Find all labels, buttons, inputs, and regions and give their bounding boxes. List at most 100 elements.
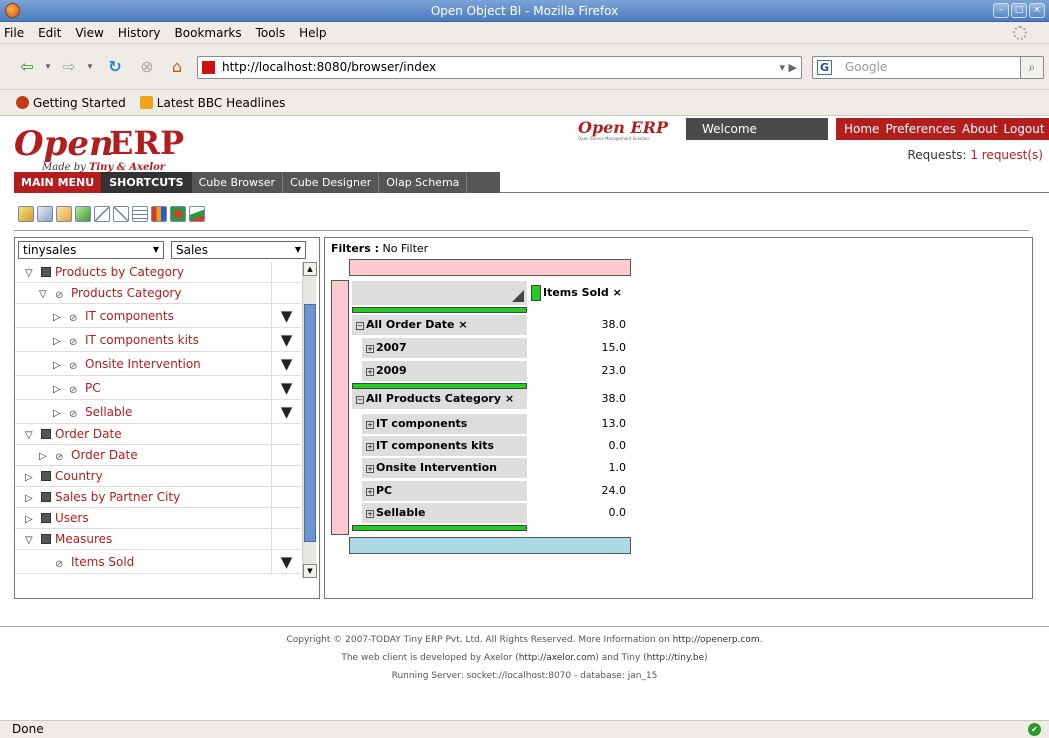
table-icon[interactable] [132, 206, 148, 222]
filter-funnel-icon[interactable]: ▼ [271, 304, 301, 327]
line-chart-icon[interactable] [94, 206, 110, 222]
menu-edit[interactable]: Edit [38, 26, 61, 40]
menu-tools[interactable]: Tools [256, 26, 286, 40]
menu-history[interactable]: History [118, 26, 161, 40]
pivot-row-header[interactable]: + Sellable [362, 503, 527, 523]
cube-select[interactable]: Sales ▼ [171, 241, 306, 259]
pivot-row-header[interactable]: +2009 [362, 361, 527, 381]
home-icon[interactable]: ⌂ [164, 54, 190, 80]
tree-scrollbar[interactable]: ▲ ▼ [302, 262, 317, 578]
pivot-row-header[interactable]: − All Order Date × [352, 315, 527, 335]
tab-cube-designer[interactable]: Cube Designer [283, 172, 380, 193]
search-icon[interactable]: ⌕ [1020, 56, 1044, 79]
expanded-triangle-icon[interactable]: ▽ [25, 530, 37, 551]
menu-help[interactable]: Help [299, 26, 326, 40]
bookmark-bbc-headlines[interactable]: Latest BBC Headlines [139, 96, 285, 110]
filter-funnel-icon[interactable]: ▼ [271, 352, 301, 375]
swap-icon[interactable] [75, 206, 91, 222]
expanded-triangle-icon[interactable]: ▽ [25, 425, 37, 446]
collapsed-triangle-icon[interactable]: ▷ [25, 509, 37, 530]
expand-icon[interactable]: + [366, 345, 374, 353]
tree-row[interactable]: ⊘ Items Sold ▼ [15, 550, 301, 574]
collapsed-triangle-icon[interactable]: ▷ [39, 446, 51, 467]
slope-chart-icon[interactable] [113, 206, 129, 222]
tiny-link[interactable]: http://tiny.be [647, 653, 704, 663]
shortcuts-button[interactable]: SHORTCUTS [101, 172, 192, 193]
tree-row[interactable]: ▷ ⊘ PC ▼ [15, 376, 301, 400]
search-input[interactable]: G Google [812, 56, 1038, 79]
tree-row[interactable]: ▽ Order Date [15, 424, 301, 445]
main-menu-button[interactable]: MAIN MENU [14, 172, 102, 193]
pivot-row-header[interactable]: − All Products Category × [352, 389, 527, 409]
google-icon[interactable]: G [817, 60, 832, 75]
pivot-row-header[interactable]: + Onsite Intervention [362, 458, 527, 478]
collapsed-triangle-icon[interactable]: ▷ [53, 354, 65, 378]
tree-row[interactable]: ▷ Country [15, 466, 301, 487]
tree-row[interactable]: ▷ ⊘ Onsite Intervention ▼ [15, 352, 301, 376]
pivot-row-header[interactable]: + PC [362, 481, 527, 501]
scrollbar-thumb[interactable] [304, 304, 316, 542]
tree-row[interactable]: ▷ Sales by Partner City [15, 487, 301, 508]
logout-link[interactable]: Logout [1004, 118, 1045, 140]
area-chart-icon[interactable] [189, 206, 205, 222]
tree-row[interactable]: ▽ Measures [15, 529, 301, 550]
url-go-icon[interactable]: ▾ ▶ [780, 57, 797, 78]
expand-icon[interactable]: + [366, 443, 374, 451]
collapsed-triangle-icon[interactable]: ▷ [53, 306, 65, 330]
collapse-icon[interactable]: − [356, 396, 364, 404]
collapsed-triangle-icon[interactable]: ▷ [53, 330, 65, 354]
minimize-icon[interactable]: – [993, 3, 1009, 18]
tab-olap-schema[interactable]: Olap Schema [379, 172, 468, 193]
open-icon[interactable] [37, 206, 53, 222]
expand-icon[interactable]: + [366, 465, 374, 473]
row-drop-zone[interactable] [331, 280, 349, 535]
collapsed-triangle-icon[interactable]: ▷ [53, 402, 65, 426]
bar-chart-icon[interactable] [151, 206, 167, 222]
stop-icon[interactable]: ⊗ [134, 54, 160, 80]
back-icon[interactable]: ⇦ [14, 54, 40, 80]
menu-view[interactable]: View [75, 26, 103, 40]
axelor-link[interactable]: http://axelor.com [519, 653, 596, 663]
url-bar[interactable]: http://localhost:8080/browser/index ▾ ▶ [197, 56, 802, 79]
tree-row[interactable]: ▽ Products by Category [15, 262, 301, 283]
wizard-icon[interactable] [18, 206, 34, 222]
tree-row[interactable]: ▷ Users [15, 508, 301, 529]
expanded-triangle-icon[interactable]: ▽ [25, 263, 37, 284]
forward-dropdown-icon[interactable]: ▾ [84, 54, 96, 80]
tree-row[interactable]: ▽ ⊘ Products Category [15, 283, 301, 304]
requests-link[interactable]: 1 request(s) [970, 148, 1043, 162]
expanded-triangle-icon[interactable]: ▽ [39, 284, 51, 305]
scroll-up-icon[interactable]: ▲ [303, 262, 317, 276]
forward-icon[interactable]: ⇨ [56, 54, 82, 80]
tab-cube-browser[interactable]: Cube Browser [192, 172, 284, 193]
tree-row[interactable]: ▷ ⊘ IT components ▼ [15, 304, 301, 328]
refresh-icon[interactable] [56, 206, 72, 222]
tree-row[interactable]: ▷ ⊘ Order Date [15, 445, 301, 466]
tree-row[interactable]: ▷ ⊘ IT components kits ▼ [15, 328, 301, 352]
preferences-link[interactable]: Preferences [885, 118, 956, 140]
expand-icon[interactable]: + [366, 368, 374, 376]
scroll-down-icon[interactable]: ▼ [303, 564, 317, 578]
menu-bookmarks[interactable]: Bookmarks [175, 26, 242, 40]
schema-select[interactable]: tinysales ▼ [18, 241, 164, 259]
expand-icon[interactable]: + [366, 510, 374, 518]
measure-header[interactable]: Items Sold × [529, 283, 628, 303]
about-link[interactable]: About [962, 118, 997, 140]
close-icon[interactable]: × [1029, 3, 1045, 18]
filter-funnel-icon[interactable]: ▼ [271, 328, 301, 351]
expand-icon[interactable]: + [366, 488, 374, 496]
corner-triangle-icon[interactable] [512, 290, 524, 302]
pie-chart-icon[interactable] [170, 206, 186, 222]
tree-row[interactable]: ▷ ⊘ Sellable ▼ [15, 400, 301, 424]
filter-funnel-icon[interactable]: ▼ [271, 400, 301, 423]
filter-funnel-icon[interactable]: ▼ [271, 376, 301, 399]
column-drop-zone[interactable] [349, 259, 631, 276]
openerp-link[interactable]: http://openerp.com [673, 635, 760, 645]
home-link[interactable]: Home [844, 118, 879, 140]
pivot-row-header[interactable]: + IT components kits [362, 436, 527, 456]
back-dropdown-icon[interactable]: ▾ [42, 54, 54, 80]
collapsed-triangle-icon[interactable]: ▷ [53, 378, 65, 402]
openerp-logo[interactable]: Open ERP Made by Tiny & Axelor [14, 118, 214, 173]
bookmark-getting-started[interactable]: Getting Started [16, 96, 126, 110]
pivot-row-header[interactable]: + IT components [362, 414, 527, 434]
